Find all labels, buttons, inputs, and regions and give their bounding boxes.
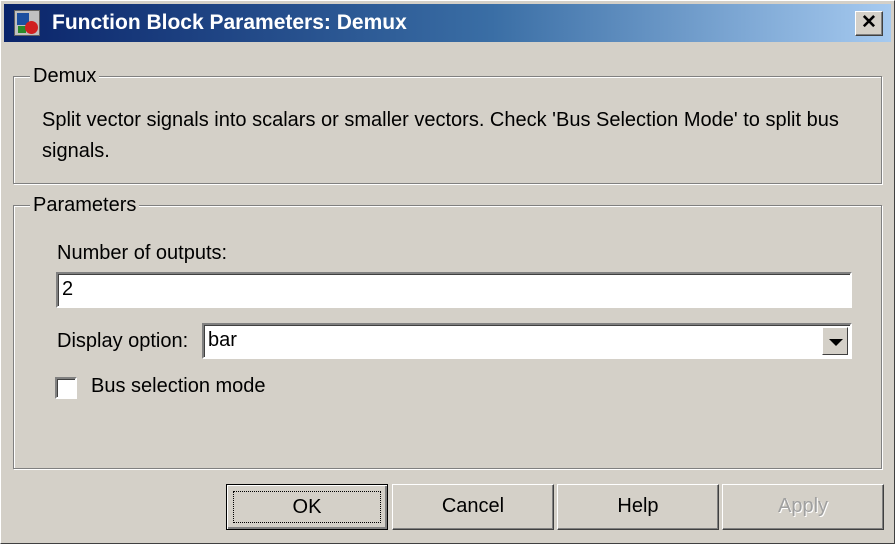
parameters-group-title: Parameters — [30, 193, 140, 217]
ok-button[interactable]: OK — [226, 484, 388, 530]
title-bar[interactable]: Function Block Parameters: Demux ✕ — [4, 4, 891, 42]
bus-selection-checkbox[interactable] — [55, 377, 77, 399]
num-outputs-input[interactable]: 2 — [56, 272, 852, 308]
apply-button-label: Apply — [777, 495, 829, 517]
demux-group-title: Demux — [30, 64, 100, 88]
num-outputs-label: Number of outputs: — [57, 242, 228, 264]
chevron-down-icon[interactable] — [822, 327, 848, 355]
simulink-block-icon[interactable] — [14, 10, 40, 36]
dialog-window: Function Block Parameters: Demux ✕ Demux… — [0, 0, 895, 544]
window-title: Function Block Parameters: Demux — [52, 11, 407, 34]
cancel-button-label: Cancel — [441, 495, 505, 517]
close-button[interactable]: ✕ — [855, 11, 883, 36]
help-button[interactable]: Help — [557, 484, 719, 530]
display-option-label: Display option: — [57, 330, 189, 352]
display-option-select[interactable]: bar — [202, 323, 852, 359]
help-button-label: Help — [617, 495, 659, 517]
block-description: Split vector signals into scalars or sma… — [42, 109, 839, 162]
cancel-button[interactable]: Cancel — [392, 484, 554, 530]
apply-button: Apply — [722, 484, 884, 530]
display-option-value: bar — [208, 329, 237, 351]
close-icon: ✕ — [861, 12, 877, 33]
demux-group: Demux Split vector signals into scalars … — [13, 64, 882, 184]
bus-selection-label[interactable]: Bus selection mode — [91, 375, 266, 398]
ok-button-label: OK — [233, 491, 381, 523]
parameters-group: Parameters Number of outputs: 2 Display … — [13, 193, 882, 469]
